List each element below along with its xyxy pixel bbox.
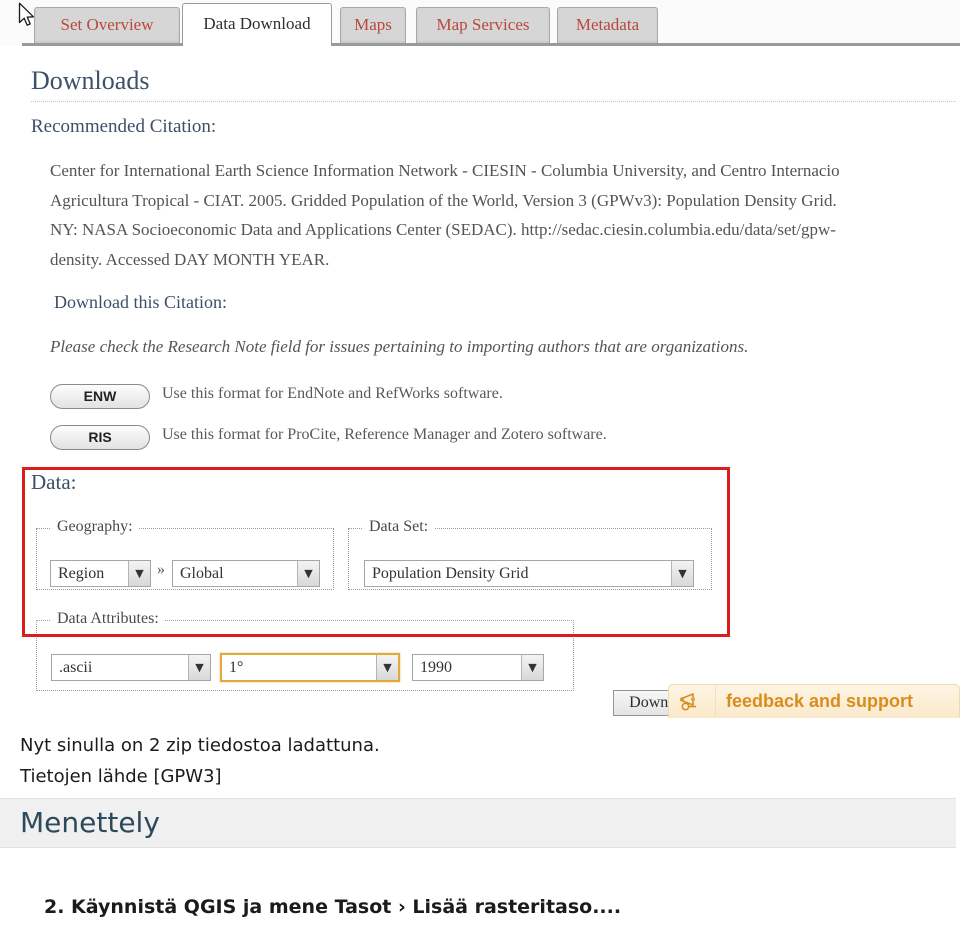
tab-set-overview[interactable]: Set Overview bbox=[34, 7, 180, 43]
enw-description: Use this format for EndNote and RefWorks… bbox=[162, 385, 503, 402]
ris-button[interactable]: RIS bbox=[50, 425, 150, 450]
citation-line: NY: NASA Socioeconomic Data and Applicat… bbox=[50, 220, 836, 239]
data-section-label: Data: bbox=[31, 470, 77, 494]
dataset-value: Population Density Grid bbox=[372, 564, 529, 582]
download-citation-label: Download this Citation: bbox=[54, 292, 227, 312]
chevron-down-icon: ▼ bbox=[188, 655, 210, 680]
resolution-value: 1° bbox=[229, 658, 244, 676]
format-select[interactable]: .ascii ▼ bbox=[51, 654, 211, 681]
tab-maps[interactable]: Maps bbox=[340, 7, 406, 43]
tab-bar: Set Overview Data Download Maps Map Serv… bbox=[0, 0, 960, 46]
document-paragraph: Nyt sinulla on 2 zip tiedostoa ladattuna… bbox=[20, 730, 920, 792]
year-select[interactable]: 1990 ▼ bbox=[412, 654, 544, 681]
geography-area-select[interactable]: Global ▼ bbox=[172, 560, 320, 587]
citation-line: Center for International Earth Science I… bbox=[50, 161, 840, 180]
megaphone-icon bbox=[669, 685, 716, 718]
section-heading: Menettely bbox=[20, 806, 160, 839]
dataset-legend: Data Set: bbox=[363, 518, 435, 536]
citation-line: Agricultura Tropical - CIAT. 2005. Gridd… bbox=[50, 190, 837, 210]
chevron-down-icon: ▼ bbox=[376, 655, 398, 680]
tab-map-services[interactable]: Map Services bbox=[416, 7, 550, 43]
paragraph-line: Tietojen lähde [GPW3] bbox=[20, 766, 222, 787]
step-instruction: 2. Käynnistä QGIS ja mene Tasot › Lisää … bbox=[44, 896, 622, 918]
recommended-citation-label: Recommended Citation: bbox=[31, 116, 217, 137]
geography-legend: Geography: bbox=[51, 518, 139, 536]
geography-level-value: Region bbox=[58, 564, 105, 582]
page-body: Downloads Recommended Citation: Center f… bbox=[0, 46, 960, 718]
year-value: 1990 bbox=[420, 658, 452, 676]
enw-button[interactable]: ENW bbox=[50, 384, 150, 409]
chevron-down-icon: ▼ bbox=[521, 655, 543, 680]
geography-separator: » bbox=[157, 561, 165, 578]
feedback-label: feedback and support bbox=[726, 691, 914, 711]
geography-level-select[interactable]: Region ▼ bbox=[50, 560, 151, 587]
chevron-down-icon: ▼ bbox=[297, 561, 319, 586]
sedac-browser-screenshot: Set Overview Data Download Maps Map Serv… bbox=[0, 0, 960, 718]
chevron-down-icon: ▼ bbox=[671, 561, 693, 586]
citation-text: Center for International Earth Science I… bbox=[50, 156, 960, 274]
page-title: Downloads bbox=[31, 66, 150, 95]
geography-area-value: Global bbox=[180, 564, 224, 582]
tab-metadata[interactable]: Metadata bbox=[557, 7, 658, 43]
chevron-down-icon: ▼ bbox=[128, 561, 150, 586]
ris-description: Use this format for ProCite, Reference M… bbox=[162, 426, 607, 443]
research-note-text: Please check the Research Note field for… bbox=[50, 337, 749, 356]
feedback-and-support-widget[interactable]: feedback and support bbox=[668, 684, 960, 718]
title-divider bbox=[31, 101, 956, 102]
tab-data-download[interactable]: Data Download bbox=[182, 3, 332, 46]
document-region: Nyt sinulla on 2 zip tiedostoa ladattuna… bbox=[0, 718, 960, 928]
paragraph-line: Nyt sinulla on 2 zip tiedostoa ladattuna… bbox=[20, 735, 380, 756]
format-value: .ascii bbox=[59, 658, 93, 676]
citation-line: density. Accessed DAY MONTH YEAR. bbox=[50, 249, 330, 269]
dataset-select[interactable]: Population Density Grid ▼ bbox=[364, 560, 694, 587]
data-attributes-legend: Data Attributes: bbox=[51, 610, 165, 628]
resolution-select[interactable]: 1° ▼ bbox=[220, 653, 400, 682]
